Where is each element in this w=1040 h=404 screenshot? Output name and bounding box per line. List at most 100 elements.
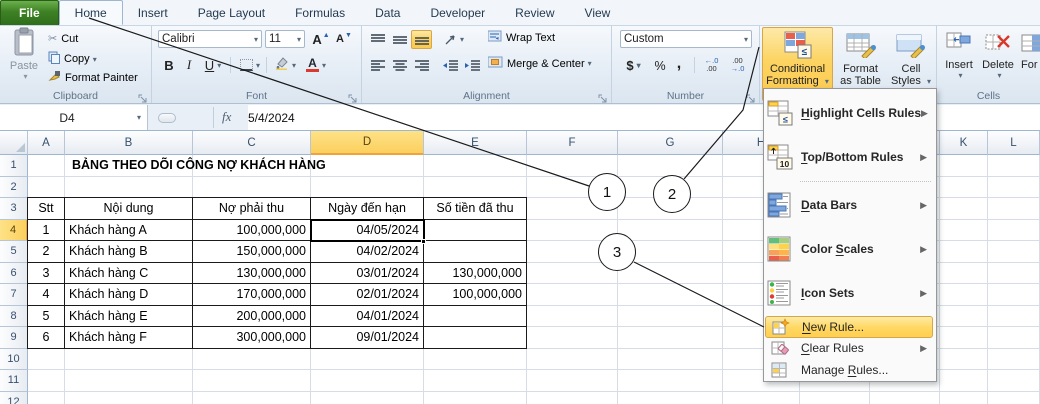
percent-format-button[interactable]: % [650, 56, 670, 75]
bottom-align-button[interactable] [411, 30, 432, 49]
sheet-title-cell[interactable]: BẢNG THEO DÕI CÔNG NỢ KHÁCH HÀNG [72, 155, 326, 176]
column-header-A[interactable]: A [28, 131, 65, 155]
alignment-dialog-launcher-icon[interactable] [598, 91, 608, 103]
delete-cells-button[interactable]: Delete ▾ [979, 27, 1017, 80]
cell-A7[interactable]: 4 [28, 284, 65, 306]
italic-button[interactable]: I [180, 56, 198, 74]
format-cells-button[interactable]: For [1021, 27, 1040, 71]
cell-B8[interactable]: Khách hàng E [65, 305, 193, 327]
cell-C9[interactable]: 300,000,000 [193, 327, 311, 349]
cell-A5[interactable]: 2 [28, 241, 65, 263]
cell-C3[interactable]: Nợ phải thu [193, 198, 311, 220]
menu-item-color-scales[interactable]: Color Scales ▶ [765, 227, 935, 271]
cell-C8[interactable]: 200,000,000 [193, 305, 311, 327]
cell-A3[interactable]: Stt [28, 198, 65, 220]
column-header-B[interactable]: B [65, 131, 193, 155]
tab-insert[interactable]: Insert [123, 0, 183, 25]
font-size-select[interactable]: 11 ▾ [265, 30, 305, 48]
cell-C7[interactable]: 170,000,000 [193, 284, 311, 306]
decrease-indent-button[interactable] [440, 56, 461, 75]
name-box[interactable]: D4 ▾ [0, 105, 148, 130]
row-header-6[interactable]: 6 [0, 262, 28, 284]
fill-handle[interactable] [421, 239, 426, 244]
cell-A4[interactable]: 1 [28, 219, 65, 241]
row-header-3[interactable]: 3 [0, 198, 28, 220]
cell-D6[interactable]: 03/01/2024 [311, 262, 424, 284]
column-header-C[interactable]: C [193, 131, 311, 155]
increase-indent-button[interactable] [462, 56, 483, 75]
tab-home[interactable]: Home [58, 0, 123, 25]
cell-A9[interactable]: 6 [28, 327, 65, 349]
align-left-button[interactable] [367, 56, 388, 75]
middle-align-button[interactable] [389, 30, 410, 49]
cut-button[interactable]: ✂ Cut [48, 32, 78, 46]
menu-item-new-rule[interactable]: New Rule... [765, 316, 933, 338]
align-center-button[interactable] [389, 56, 410, 75]
cell-C6[interactable]: 130,000,000 [193, 262, 311, 284]
number-dialog-launcher-icon[interactable] [746, 91, 756, 103]
row-header-11[interactable]: 11 [0, 370, 28, 392]
cell-B5[interactable]: Khách hàng B [65, 241, 193, 263]
tab-view[interactable]: View [570, 0, 626, 25]
column-header-K[interactable]: K [940, 131, 988, 155]
active-cell-selection[interactable] [310, 219, 425, 242]
borders-button[interactable]: ▾ [236, 56, 264, 74]
cell-D8[interactable]: 04/01/2024 [311, 305, 424, 327]
cell-B7[interactable]: Khách hàng D [65, 284, 193, 306]
tab-review[interactable]: Review [500, 0, 569, 25]
shrink-font-button[interactable]: A ▼ [333, 30, 355, 48]
paste-dropdown-icon[interactable]: ▾ [23, 72, 27, 81]
select-all-button[interactable] [0, 131, 28, 155]
wrap-text-button[interactable]: Wrap Text [487, 30, 555, 45]
cell-E9[interactable] [424, 327, 527, 349]
increase-decimal-button[interactable]: ←.0.00 [699, 55, 724, 75]
cell-B9[interactable]: Khách hàng F [65, 327, 193, 349]
column-header-L[interactable]: L [988, 131, 1040, 155]
column-header-D[interactable]: D [311, 131, 424, 155]
cell-A8[interactable]: 5 [28, 305, 65, 327]
tab-data[interactable]: Data [360, 0, 415, 25]
align-right-button[interactable] [411, 56, 432, 75]
tab-formulas[interactable]: Formulas [280, 0, 360, 25]
menu-item-manage-rules[interactable]: Manage Rules... [765, 359, 935, 381]
font-color-button[interactable]: A ▾ [301, 56, 331, 74]
cell-D9[interactable]: 09/01/2024 [311, 327, 424, 349]
insert-function-button[interactable]: fx [222, 109, 231, 125]
clipboard-dialog-launcher-icon[interactable] [138, 91, 148, 103]
currency-format-button[interactable]: $ ▾ [620, 56, 647, 75]
column-header-F[interactable]: F [527, 131, 618, 155]
comma-format-button[interactable]: , [672, 54, 686, 73]
row-header-8[interactable]: 8 [0, 305, 28, 327]
paste-button[interactable]: Paste ▾ [6, 27, 42, 81]
row-header-9[interactable]: 9 [0, 327, 28, 349]
orientation-button[interactable]: ▾ [440, 30, 468, 49]
menu-item-highlight-cells-rules[interactable]: ≤ Highlight Cells Rules ▶ [765, 91, 935, 135]
tab-developer[interactable]: Developer [415, 0, 500, 25]
row-header-5[interactable]: 5 [0, 241, 28, 263]
cell-E6[interactable]: 130,000,000 [424, 262, 527, 284]
cell-styles-button[interactable]: Cell Styles ▾ [887, 27, 935, 87]
font-name-select[interactable]: Calibri ▾ [158, 30, 262, 48]
menu-item-icon-sets[interactable]: Icon Sets ▶ [765, 271, 935, 315]
tab-page-layout[interactable]: Page Layout [183, 0, 280, 25]
merge-center-button[interactable]: Merge & Center ▾ [487, 56, 592, 71]
name-box-dropdown-icon[interactable]: ▾ [137, 113, 141, 122]
cell-E3[interactable]: Số tiền đã thu [424, 198, 527, 220]
row-header-10[interactable]: 10 [0, 348, 28, 370]
grow-font-button[interactable]: A ▲ [310, 30, 332, 48]
cell-B4[interactable]: Khách hàng A [65, 219, 193, 241]
number-format-select[interactable]: Custom ▾ [620, 30, 752, 48]
cell-A6[interactable]: 3 [28, 262, 65, 284]
bold-button[interactable]: B [160, 56, 178, 74]
cell-E4[interactable] [424, 219, 527, 241]
font-dialog-launcher-icon[interactable] [348, 91, 358, 103]
cell-C5[interactable]: 150,000,000 [193, 241, 311, 263]
cell-B3[interactable]: Nội dung [65, 198, 193, 220]
tab-file[interactable]: File [0, 0, 59, 25]
cell-E8[interactable] [424, 305, 527, 327]
row-header-1[interactable]: 1 [0, 155, 28, 177]
cell-C4[interactable]: 100,000,000 [193, 219, 311, 241]
row-header-4[interactable]: 4 [0, 219, 28, 241]
row-header-2[interactable]: 2 [0, 176, 28, 198]
cell-D3[interactable]: Ngày đến hạn [311, 198, 424, 220]
